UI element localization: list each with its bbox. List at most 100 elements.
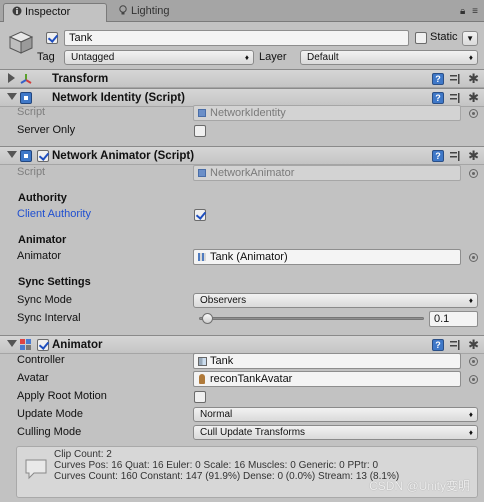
script-file-icon xyxy=(198,109,206,117)
controller-value: Tank xyxy=(210,355,234,367)
gameobject-cube-icon xyxy=(8,29,34,55)
info-icon xyxy=(23,455,49,481)
component-enabled-checkbox[interactable] xyxy=(37,339,49,351)
gear-icon[interactable]: ✱ xyxy=(468,148,479,164)
help-icon[interactable]: ? xyxy=(432,73,444,85)
object-picker-icon[interactable] xyxy=(469,253,478,262)
animator-component-icon xyxy=(20,339,32,351)
object-picker-icon[interactable] xyxy=(469,375,478,384)
static-dropdown[interactable]: ▼ xyxy=(462,31,478,46)
chevron-down-icon: ♦ xyxy=(468,53,473,62)
object-picker-icon[interactable] xyxy=(469,169,478,178)
tag-value: Untagged xyxy=(71,52,115,63)
transform-title: Transform xyxy=(52,73,109,85)
component-enabled-checkbox[interactable] xyxy=(37,150,49,162)
collapse-arrow-icon[interactable] xyxy=(7,151,17,158)
network-animator-component-header[interactable]: Network Animator (Script) ? ✱ xyxy=(0,146,484,165)
tag-dropdown[interactable]: Untagged ♦ xyxy=(64,50,254,65)
tag-label: Tag xyxy=(37,51,55,63)
sync-mode-label: Sync Mode xyxy=(17,294,73,306)
collapse-arrow-icon[interactable] xyxy=(8,73,15,83)
layer-label: Layer xyxy=(259,51,287,63)
sync-interval-label: Sync Interval xyxy=(17,312,81,324)
help-icon[interactable]: ? xyxy=(432,92,444,104)
gear-icon[interactable]: ✱ xyxy=(468,337,479,353)
help-icon[interactable]: ? xyxy=(432,339,444,351)
avatar-label: Avatar xyxy=(17,372,49,384)
layer-value: Default xyxy=(307,52,339,63)
culling-mode-value: Cull Update Transforms xyxy=(200,427,306,438)
avatar-icon xyxy=(199,374,205,384)
sync-mode-value: Observers xyxy=(200,295,247,306)
network-identity-title: Network Identity (Script) xyxy=(52,92,185,104)
server-only-label: Server Only xyxy=(17,124,76,136)
gear-icon[interactable]: ✱ xyxy=(468,71,479,87)
animator-section-header: Animator xyxy=(18,234,67,246)
chevron-down-icon: ♦ xyxy=(244,53,249,62)
animator-label: Animator xyxy=(17,250,62,262)
script-field: NetworkIdentity xyxy=(193,105,461,121)
info-line: Curves Pos: 16 Quat: 16 Euler: 0 Scale: … xyxy=(54,460,379,471)
transform-icon xyxy=(20,73,32,85)
info-line: Curves Count: 160 Constant: 147 (91.9%) … xyxy=(54,471,400,482)
object-picker-icon[interactable] xyxy=(469,109,478,118)
chevron-down-icon: ♦ xyxy=(468,410,473,419)
script-icon xyxy=(20,92,32,104)
authority-header: Authority xyxy=(18,192,67,204)
script-field: NetworkAnimator xyxy=(193,165,461,181)
preset-icon[interactable] xyxy=(449,73,462,85)
help-icon[interactable]: ? xyxy=(432,150,444,162)
client-authority-label: Client Authority xyxy=(17,208,91,220)
layer-dropdown[interactable]: Default ♦ xyxy=(300,50,478,65)
sync-interval-input[interactable]: 0.1 xyxy=(429,311,478,327)
info-icon xyxy=(12,6,22,16)
script-file-icon xyxy=(198,169,206,177)
update-mode-value: Normal xyxy=(200,409,233,420)
animator-value: Tank (Animator) xyxy=(210,251,288,263)
gameobject-header: Tank Static ▼ Tag Untagged ♦ Layer Defaul… xyxy=(0,23,484,70)
sync-interval-slider-track[interactable] xyxy=(199,317,424,320)
lightbulb-icon xyxy=(118,5,128,15)
chevron-down-icon: ♦ xyxy=(468,296,473,305)
avatar-value: reconTankAvatar xyxy=(210,373,293,385)
apply-root-motion-label: Apply Root Motion xyxy=(17,390,107,402)
script-value: NetworkIdentity xyxy=(210,107,286,119)
culling-mode-label: Culling Mode xyxy=(17,426,82,438)
apply-root-motion-checkbox[interactable] xyxy=(194,391,206,403)
controller-object-field[interactable]: Tank xyxy=(193,353,461,369)
menu-icon[interactable]: ≡ xyxy=(472,6,478,17)
preset-icon[interactable] xyxy=(449,92,462,104)
avatar-object-field[interactable]: reconTankAvatar xyxy=(193,371,461,387)
tab-inspector[interactable]: Inspector xyxy=(3,3,107,22)
preset-icon[interactable] xyxy=(449,339,462,351)
update-mode-dropdown[interactable]: Normal ♦ xyxy=(193,407,478,422)
lock-icon[interactable]: 🔒︎ xyxy=(460,6,465,17)
tab-lighting[interactable]: Lighting xyxy=(110,3,176,22)
object-name-input[interactable]: Tank xyxy=(64,30,409,46)
controller-icon xyxy=(198,357,207,366)
static-checkbox[interactable] xyxy=(415,32,427,44)
transform-component-header[interactable]: Transform ? ✱ xyxy=(0,69,484,88)
collapse-arrow-icon[interactable] xyxy=(7,340,17,347)
update-mode-label: Update Mode xyxy=(17,408,84,420)
script-label: Script xyxy=(17,166,46,178)
animator-component-header[interactable]: Animator ? ✱ xyxy=(0,335,484,354)
script-icon xyxy=(20,150,32,162)
sync-interval-slider-thumb[interactable] xyxy=(201,313,213,324)
gear-icon[interactable]: ✱ xyxy=(468,90,479,106)
collapse-arrow-icon[interactable] xyxy=(7,93,17,100)
tab-lighting-label: Lighting xyxy=(131,5,170,17)
active-checkbox[interactable] xyxy=(46,32,58,44)
object-picker-icon[interactable] xyxy=(469,357,478,366)
sync-settings-header: Sync Settings xyxy=(18,276,91,288)
client-authority-checkbox[interactable] xyxy=(194,209,206,221)
tab-bar: Inspector Lighting 🔒︎ ≡ xyxy=(0,0,484,22)
watermark: CSDN @Unity变明 xyxy=(369,479,470,493)
network-animator-title: Network Animator (Script) xyxy=(52,150,195,162)
sync-mode-dropdown[interactable]: Observers ♦ xyxy=(193,293,478,308)
culling-mode-dropdown[interactable]: Cull Update Transforms ♦ xyxy=(193,425,478,440)
animator-object-field[interactable]: Tank (Animator) xyxy=(193,249,461,265)
preset-icon[interactable] xyxy=(449,150,462,162)
server-only-checkbox[interactable] xyxy=(194,125,206,137)
animator-icon xyxy=(198,253,206,261)
